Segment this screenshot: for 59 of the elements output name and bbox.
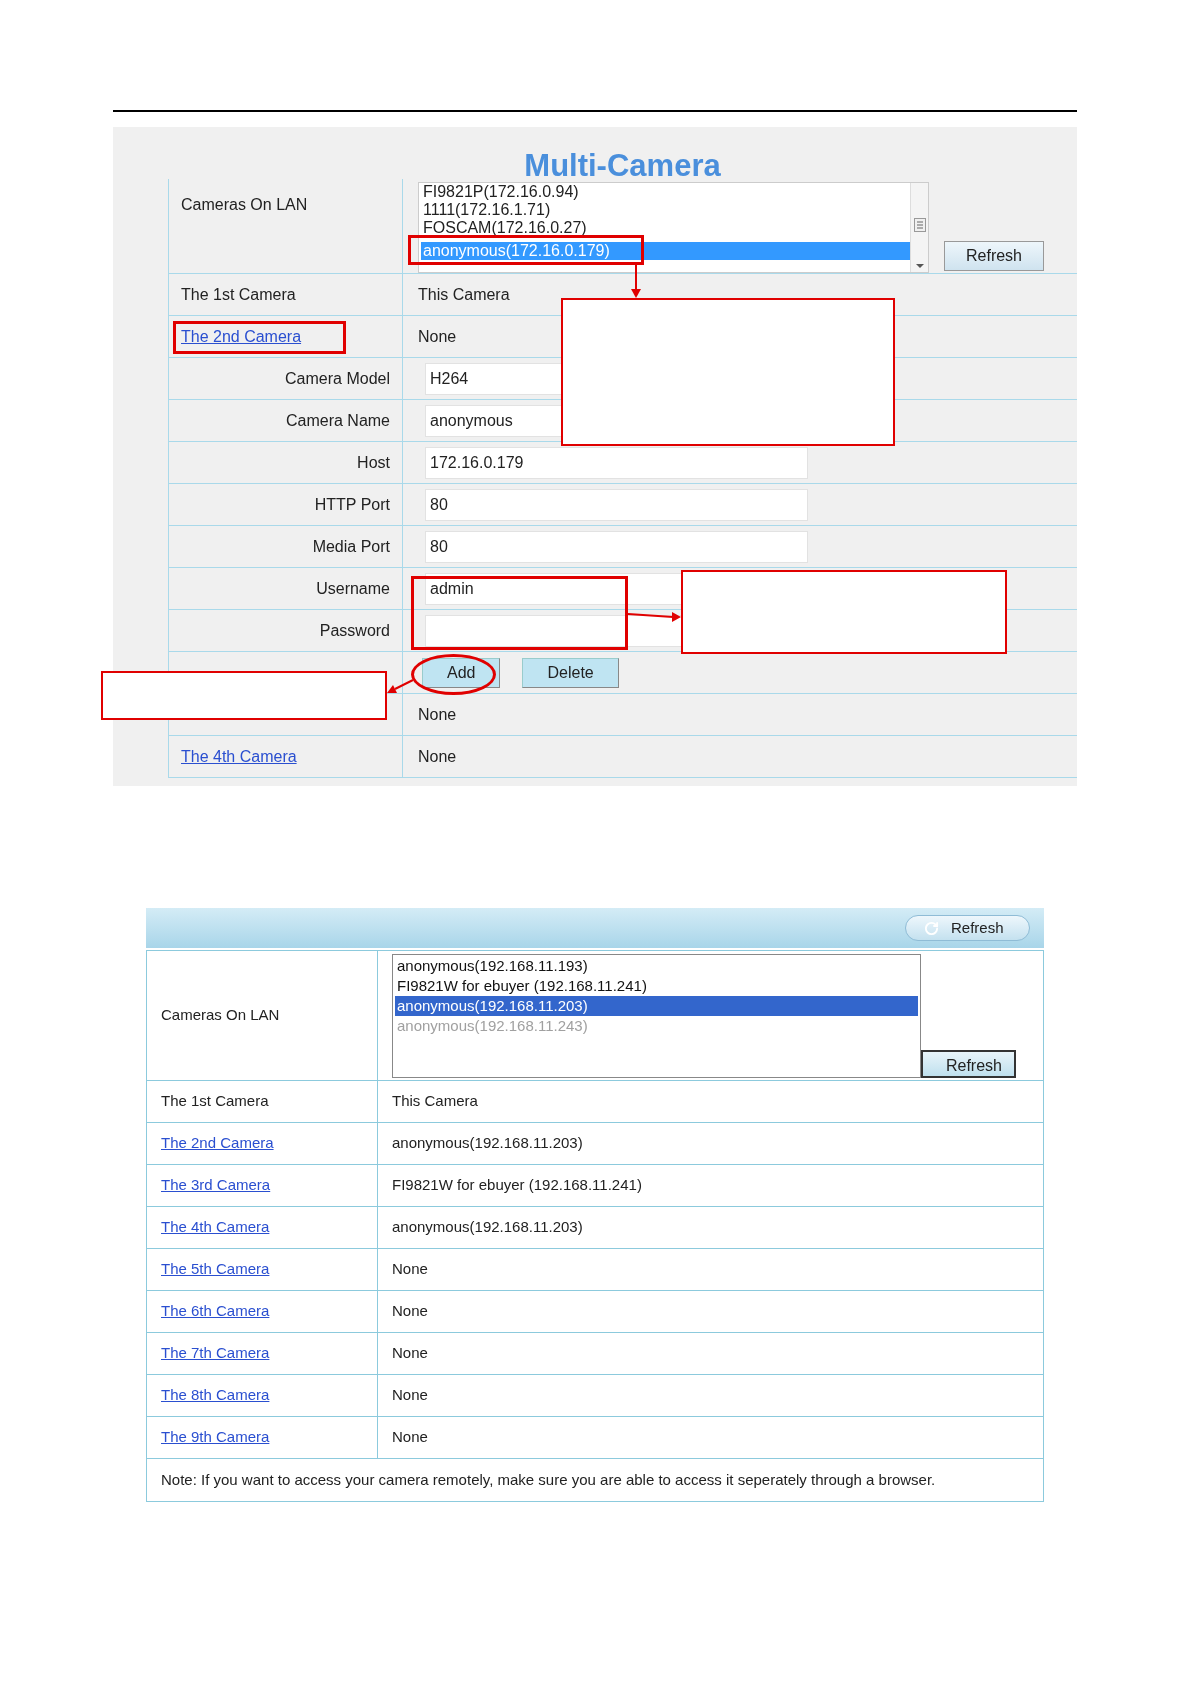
camera-link[interactable]: The 3rd Camera [161, 1174, 271, 1197]
field-label: Password [319, 620, 390, 641]
page-title: Multi-Camera [524, 150, 721, 181]
refresh-button[interactable]: Refresh [944, 241, 1044, 271]
camera-link[interactable]: The 4th Camera [181, 744, 297, 769]
camera-value: None [392, 1343, 428, 1364]
note-text: Note: If you want to access your camera remotely, make sure you are able to access it seperately through a browser. [161, 1469, 936, 1490]
scroll-down-icon[interactable] [915, 264, 924, 268]
input-field[interactable]: 172.16.0.179 [425, 446, 808, 479]
list-item[interactable]: FOSCAM(172.16.0.27) [421, 219, 910, 237]
field-label: Host [357, 452, 390, 473]
field-label: HTTP Port [314, 494, 390, 515]
camera-value: This Camera [418, 284, 510, 305]
arrow [387, 679, 414, 693]
refresh-button[interactable]: Refresh [921, 1050, 1016, 1078]
arrow [631, 264, 641, 298]
field-label: Camera Name [285, 410, 390, 431]
camera-value: anonymous(192.168.11.203) [392, 1217, 583, 1238]
row-label: The 1st Camera [161, 1091, 269, 1112]
camera-value: None [392, 1259, 428, 1280]
add-button[interactable]: Add [422, 657, 501, 688]
arrow [627, 612, 681, 622]
field-label: Media Port [312, 536, 390, 557]
camera-link[interactable]: The 8th Camera [161, 1384, 270, 1407]
camera-link[interactable]: The 9th Camera [161, 1426, 270, 1449]
camera-link[interactable]: The 5th Camera [161, 1258, 270, 1281]
camera-value: This Camera [392, 1091, 478, 1112]
delete-button[interactable]: Delete [522, 657, 619, 688]
camera-link[interactable]: The 2nd Camera [161, 1132, 274, 1155]
camera-value: anonymous(192.168.11.203) [392, 1133, 583, 1154]
input-field[interactable]: 80 [425, 488, 808, 521]
camera-value: None [418, 746, 457, 767]
row-label: Cameras On LAN [161, 1005, 280, 1026]
camera-link[interactable]: The 6th Camera [161, 1300, 270, 1323]
list-item[interactable]: 1111(172.16.1.71) [421, 201, 910, 219]
refresh-icon [924, 920, 939, 936]
row-label: Cameras On LAN [181, 196, 308, 213]
refresh-button[interactable]: Refresh [905, 915, 1030, 941]
camera-value: None [418, 326, 457, 347]
list-item[interactable]: anonymous(192.168.11.193) [395, 956, 918, 976]
list-item[interactable]: FI9821W for ebuyer (192.168.11.241) [395, 976, 918, 996]
camera-value: FI9821W for ebuyer (192.168.11.241) [392, 1175, 642, 1196]
camera-value: None [392, 1427, 428, 1448]
scroll-grip-icon [913, 218, 926, 232]
camera-link[interactable]: The 4th Camera [161, 1216, 270, 1239]
camera-value: None [418, 704, 457, 725]
input-field[interactable]: 80 [425, 530, 808, 563]
camera-link[interactable]: The 2nd Camera [181, 324, 302, 349]
camera-link[interactable]: The 7th Camera [161, 1342, 270, 1365]
list-item[interactable]: anonymous(192.168.11.203) [395, 996, 918, 1016]
camera-list[interactable]: FI9821P(172.16.0.94) 1111(172.16.1.71) FOSCAM(172.16.0.27) anonymous(172.16.0.179) [418, 182, 929, 273]
list-item: anonymous(192.168.11.243) [396, 1016, 589, 1036]
field-label: Camera Model [285, 368, 390, 389]
list-item[interactable]: FI9821P(172.16.0.94) [421, 183, 910, 201]
scrollbar[interactable] [910, 183, 928, 272]
field-label: Username [316, 578, 390, 599]
row-label: The 1st Camera [181, 284, 296, 305]
camera-value: None [392, 1301, 428, 1322]
camera-value: None [392, 1385, 428, 1406]
